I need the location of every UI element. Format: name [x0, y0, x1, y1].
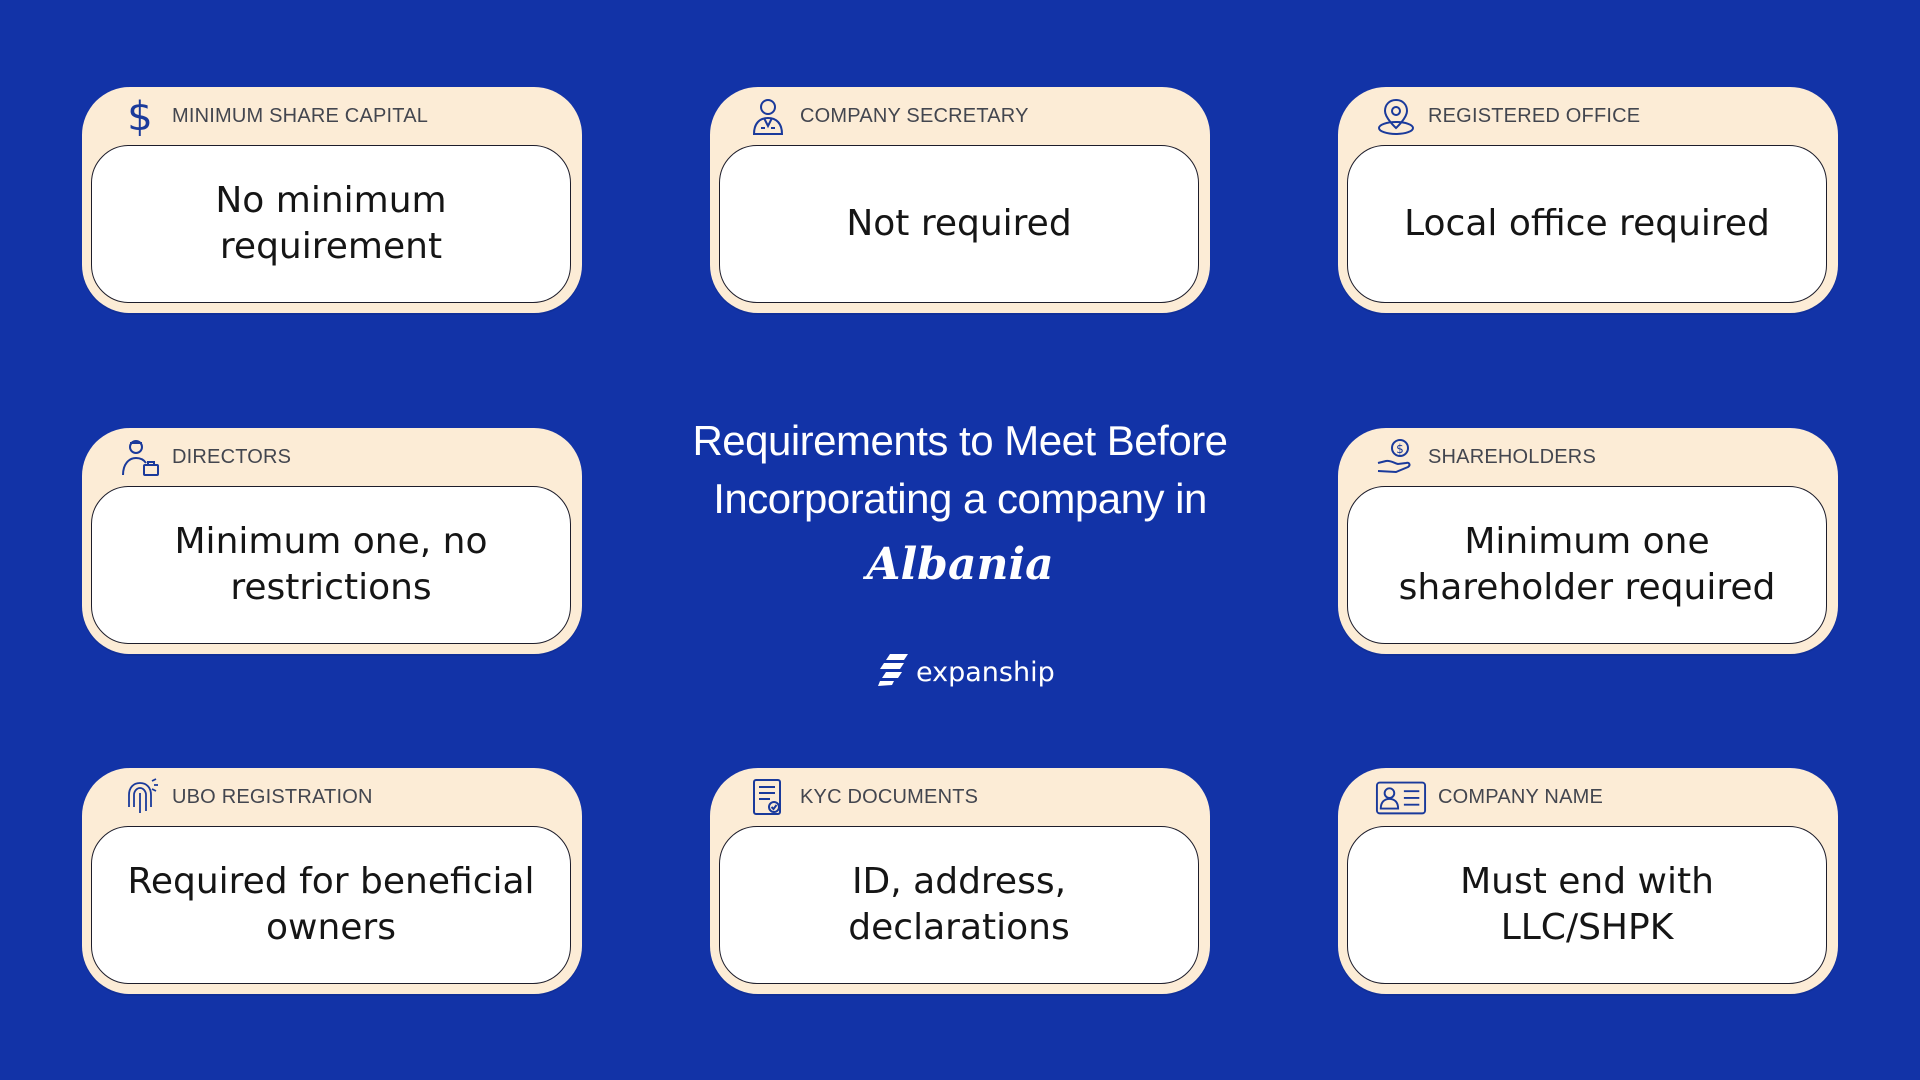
card-value: Minimum one shareholder required	[1398, 521, 1776, 608]
card-value: Required for beneficial owners	[127, 861, 535, 948]
card-label: COMPANY SECRETARY	[800, 104, 1029, 127]
card-header: $ SHAREHOLDERS	[1374, 434, 1596, 480]
card-body: No minimum requirement	[91, 145, 571, 303]
card-value: Minimum one, no restrictions	[174, 521, 488, 608]
card-value: No minimum requirement	[215, 180, 447, 267]
secretary-icon	[746, 94, 790, 138]
title-line-1: Requirements to Meet Before	[692, 417, 1228, 464]
document-icon	[746, 775, 790, 819]
card-body: Required for beneficial owners	[91, 826, 571, 984]
card-header: UBO REGISTRATION	[118, 774, 373, 820]
card-header: COMPANY NAME	[1374, 774, 1603, 820]
card-header: KYC DOCUMENTS	[746, 774, 978, 820]
card-label: COMPANY NAME	[1438, 785, 1604, 808]
card-body: Minimum one, no restrictions	[91, 486, 571, 644]
card-header: COMPANY SECRETARY	[746, 93, 1029, 139]
page-title: Requirements to Meet Before Incorporatin…	[660, 412, 1260, 602]
title-line-2: Incorporating a company in	[713, 475, 1207, 522]
brand-mark-icon	[876, 652, 910, 693]
dollar-icon: $	[118, 94, 162, 138]
card-header: REGISTERED OFFICE	[1374, 93, 1640, 139]
card-minimum-share-capital: $ MINIMUM SHARE CAPITAL No minimum requi…	[82, 87, 582, 313]
svg-text:$: $	[127, 96, 152, 136]
id-card-icon	[1374, 775, 1428, 819]
card-company-name: COMPANY NAME Must end with LLC/SHPK	[1338, 768, 1838, 994]
card-body: Must end with LLC/SHPK	[1347, 826, 1827, 984]
card-header: $ MINIMUM SHARE CAPITAL	[118, 93, 428, 139]
card-label: REGISTERED OFFICE	[1428, 104, 1641, 127]
card-ubo-registration: UBO REGISTRATION Required for beneficial…	[82, 768, 582, 994]
thumbprint-icon	[118, 775, 162, 819]
card-value: Local office required	[1404, 203, 1770, 244]
card-directors: DIRECTORS Minimum one, no restrictions	[82, 428, 582, 654]
director-icon	[118, 435, 162, 479]
hand-coin-icon: $	[1374, 435, 1418, 479]
brand-name: expanship	[916, 657, 1055, 688]
card-label: UBO REGISTRATION	[172, 785, 373, 808]
card-value: Must end with LLC/SHPK	[1460, 861, 1714, 948]
card-body: Minimum one shareholder required	[1347, 486, 1827, 644]
card-label: DIRECTORS	[172, 445, 292, 468]
location-pin-icon	[1374, 94, 1418, 138]
card-company-secretary: COMPANY SECRETARY Not required	[710, 87, 1210, 313]
card-body: Local office required	[1347, 145, 1827, 303]
svg-text:$: $	[1396, 442, 1404, 456]
card-body: Not required	[719, 145, 1199, 303]
card-label: SHAREHOLDERS	[1428, 445, 1596, 468]
card-kyc-documents: KYC DOCUMENTS ID, address, declarations	[710, 768, 1210, 994]
card-label: KYC DOCUMENTS	[800, 785, 979, 808]
card-body: ID, address, declarations	[719, 826, 1199, 984]
card-registered-office: REGISTERED OFFICE Local office required	[1338, 87, 1838, 313]
card-shareholders: $ SHAREHOLDERS Minimum one shareholder r…	[1338, 428, 1838, 654]
card-header: DIRECTORS	[118, 434, 291, 480]
card-value: Not required	[846, 203, 1072, 244]
card-value: ID, address, declarations	[848, 861, 1070, 948]
card-label: MINIMUM SHARE CAPITAL	[172, 104, 429, 127]
title-country: Albania	[866, 539, 1054, 590]
brand-logo: expanship	[876, 652, 1055, 693]
